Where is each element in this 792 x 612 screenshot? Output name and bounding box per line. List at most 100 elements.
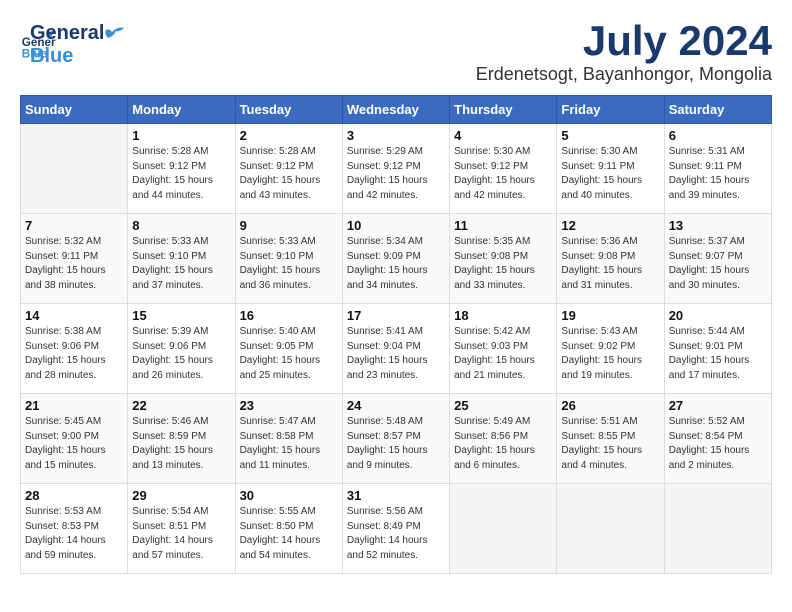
calendar-cell: 25 Sunrise: 5:49 AM Sunset: 8:56 PM Dayli… bbox=[450, 394, 557, 484]
day-number: 2 bbox=[240, 128, 338, 143]
day-info: Sunrise: 5:45 AM Sunset: 9:00 PM Dayligh… bbox=[25, 415, 123, 473]
day-info: Sunrise: 5:37 AM Sunset: 9:07 PM Dayligh… bbox=[669, 235, 767, 293]
day-number: 14 bbox=[25, 308, 123, 323]
day-info: Sunrise: 5:36 AM Sunset: 9:08 PM Dayligh… bbox=[561, 235, 659, 293]
day-info: Sunrise: 5:32 AM Sunset: 9:11 PM Dayligh… bbox=[25, 235, 123, 293]
week-row-3: 14Sunrise: 5:38 AM Sunset: 9:06 PM Dayli… bbox=[21, 304, 772, 394]
week-row-5: 28Sunrise: 5:53 AM Sunset: 8:53 PM Dayli… bbox=[21, 484, 772, 574]
day-number: 18 bbox=[454, 308, 552, 323]
calendar-cell: 14Sunrise: 5:38 AM Sunset: 9:06 PM Dayli… bbox=[21, 304, 128, 394]
day-number: 1 bbox=[132, 128, 230, 143]
day-number: 22 bbox=[132, 398, 230, 413]
calendar-header-row: SundayMondayTuesdayWednesdayThursdayFrid… bbox=[21, 96, 772, 124]
calendar-cell bbox=[450, 484, 557, 574]
calendar-cell: 13 Sunrise: 5:37 AM Sunset: 9:07 PM Dayli… bbox=[664, 214, 771, 304]
month-title: July 2024 bbox=[476, 20, 772, 62]
calendar-cell: 15Sunrise: 5:39 AM Sunset: 9:06 PM Dayli… bbox=[128, 304, 235, 394]
day-number: 16 bbox=[240, 308, 338, 323]
day-info: Sunrise: 5:34 AM Sunset: 9:09 PM Dayligh… bbox=[347, 235, 445, 293]
day-number: 31 bbox=[347, 488, 445, 503]
col-header-saturday: Saturday bbox=[664, 96, 771, 124]
calendar-cell: 22 Sunrise: 5:46 AM Sunset: 8:59 PM Dayli… bbox=[128, 394, 235, 484]
day-number: 24 bbox=[347, 398, 445, 413]
day-info: Sunrise: 5:33 AM Sunset: 9:10 PM Dayligh… bbox=[132, 235, 230, 293]
col-header-thursday: Thursday bbox=[450, 96, 557, 124]
calendar-cell: 12 Sunrise: 5:36 AM Sunset: 9:08 PM Dayli… bbox=[557, 214, 664, 304]
logo: General Blue General Blue bbox=[20, 20, 126, 68]
day-info: Sunrise: 5:48 AM Sunset: 8:57 PM Dayligh… bbox=[347, 415, 445, 473]
calendar-cell: 30Sunrise: 5:55 AM Sunset: 8:50 PM Dayli… bbox=[235, 484, 342, 574]
calendar-cell: 18 Sunrise: 5:42 AM Sunset: 9:03 PM Dayli… bbox=[450, 304, 557, 394]
calendar-cell: 26Sunrise: 5:51 AM Sunset: 8:55 PM Dayli… bbox=[557, 394, 664, 484]
day-info: Sunrise: 5:28 AM Sunset: 9:12 PM Dayligh… bbox=[240, 145, 338, 203]
calendar-cell: 31 Sunrise: 5:56 AM Sunset: 8:49 PM Dayli… bbox=[342, 484, 449, 574]
calendar-cell: 6Sunrise: 5:31 AM Sunset: 9:11 PM Daylig… bbox=[664, 124, 771, 214]
calendar-cell: 9Sunrise: 5:33 AM Sunset: 9:10 PM Daylig… bbox=[235, 214, 342, 304]
day-info: Sunrise: 5:31 AM Sunset: 9:11 PM Dayligh… bbox=[669, 145, 767, 203]
day-number: 4 bbox=[454, 128, 552, 143]
calendar-cell: 16Sunrise: 5:40 AM Sunset: 9:05 PM Dayli… bbox=[235, 304, 342, 394]
calendar-cell: 20 Sunrise: 5:44 AM Sunset: 9:01 PM Dayli… bbox=[664, 304, 771, 394]
calendar-cell: 7 Sunrise: 5:32 AM Sunset: 9:11 PM Daylig… bbox=[21, 214, 128, 304]
day-info: Sunrise: 5:30 AM Sunset: 9:12 PM Dayligh… bbox=[454, 145, 552, 203]
bird-icon bbox=[98, 24, 126, 46]
calendar-cell: 8 Sunrise: 5:33 AM Sunset: 9:10 PM Daylig… bbox=[128, 214, 235, 304]
day-info: Sunrise: 5:51 AM Sunset: 8:55 PM Dayligh… bbox=[561, 415, 659, 473]
day-info: Sunrise: 5:29 AM Sunset: 9:12 PM Dayligh… bbox=[347, 145, 445, 203]
day-number: 21 bbox=[25, 398, 123, 413]
col-header-wednesday: Wednesday bbox=[342, 96, 449, 124]
calendar-table: SundayMondayTuesdayWednesdayThursdayFrid… bbox=[20, 95, 772, 574]
calendar-cell: 1 Sunrise: 5:28 AM Sunset: 9:12 PM Daylig… bbox=[128, 124, 235, 214]
day-info: Sunrise: 5:52 AM Sunset: 8:54 PM Dayligh… bbox=[669, 415, 767, 473]
day-number: 7 bbox=[25, 218, 123, 233]
calendar-cell: 4 Sunrise: 5:30 AM Sunset: 9:12 PM Daylig… bbox=[450, 124, 557, 214]
calendar-cell bbox=[664, 484, 771, 574]
day-info: Sunrise: 5:49 AM Sunset: 8:56 PM Dayligh… bbox=[454, 415, 552, 473]
calendar-cell: 19 Sunrise: 5:43 AM Sunset: 9:02 PM Dayli… bbox=[557, 304, 664, 394]
day-number: 23 bbox=[240, 398, 338, 413]
calendar-cell: 28Sunrise: 5:53 AM Sunset: 8:53 PM Dayli… bbox=[21, 484, 128, 574]
day-info: Sunrise: 5:28 AM Sunset: 9:12 PM Dayligh… bbox=[132, 145, 230, 203]
day-number: 8 bbox=[132, 218, 230, 233]
calendar-cell: 2 Sunrise: 5:28 AM Sunset: 9:12 PM Daylig… bbox=[235, 124, 342, 214]
day-info: Sunrise: 5:30 AM Sunset: 9:11 PM Dayligh… bbox=[561, 145, 659, 203]
page-header: General Blue General Blue July 2024 Erde… bbox=[20, 20, 772, 85]
day-info: Sunrise: 5:42 AM Sunset: 9:03 PM Dayligh… bbox=[454, 325, 552, 383]
day-number: 20 bbox=[669, 308, 767, 323]
day-info: Sunrise: 5:41 AM Sunset: 9:04 PM Dayligh… bbox=[347, 325, 445, 383]
day-number: 17 bbox=[347, 308, 445, 323]
day-number: 10 bbox=[347, 218, 445, 233]
day-info: Sunrise: 5:46 AM Sunset: 8:59 PM Dayligh… bbox=[132, 415, 230, 473]
calendar-cell: 5 Sunrise: 5:30 AM Sunset: 9:11 PM Daylig… bbox=[557, 124, 664, 214]
day-info: Sunrise: 5:54 AM Sunset: 8:51 PM Dayligh… bbox=[132, 505, 230, 563]
week-row-1: 1 Sunrise: 5:28 AM Sunset: 9:12 PM Daylig… bbox=[21, 124, 772, 214]
day-number: 25 bbox=[454, 398, 552, 413]
day-number: 5 bbox=[561, 128, 659, 143]
title-area: July 2024 Erdenetsogt, Bayanhongor, Mong… bbox=[476, 20, 772, 85]
day-number: 13 bbox=[669, 218, 767, 233]
calendar-cell: 27 Sunrise: 5:52 AM Sunset: 8:54 PM Dayli… bbox=[664, 394, 771, 484]
col-header-tuesday: Tuesday bbox=[235, 96, 342, 124]
logo-blue-text: Blue bbox=[30, 45, 104, 68]
calendar-cell: 3Sunrise: 5:29 AM Sunset: 9:12 PM Daylig… bbox=[342, 124, 449, 214]
day-info: Sunrise: 5:56 AM Sunset: 8:49 PM Dayligh… bbox=[347, 505, 445, 563]
day-info: Sunrise: 5:33 AM Sunset: 9:10 PM Dayligh… bbox=[240, 235, 338, 293]
day-number: 19 bbox=[561, 308, 659, 323]
day-info: Sunrise: 5:44 AM Sunset: 9:01 PM Dayligh… bbox=[669, 325, 767, 383]
col-header-sunday: Sunday bbox=[21, 96, 128, 124]
day-info: Sunrise: 5:43 AM Sunset: 9:02 PM Dayligh… bbox=[561, 325, 659, 383]
day-number: 27 bbox=[669, 398, 767, 413]
day-number: 12 bbox=[561, 218, 659, 233]
week-row-4: 21 Sunrise: 5:45 AM Sunset: 9:00 PM Dayli… bbox=[21, 394, 772, 484]
calendar-cell bbox=[557, 484, 664, 574]
location-title: Erdenetsogt, Bayanhongor, Mongolia bbox=[476, 64, 772, 85]
day-info: Sunrise: 5:39 AM Sunset: 9:06 PM Dayligh… bbox=[132, 325, 230, 383]
day-number: 28 bbox=[25, 488, 123, 503]
col-header-friday: Friday bbox=[557, 96, 664, 124]
calendar-cell bbox=[21, 124, 128, 214]
day-number: 29 bbox=[132, 488, 230, 503]
col-header-monday: Monday bbox=[128, 96, 235, 124]
calendar-cell: 11Sunrise: 5:35 AM Sunset: 9:08 PM Dayli… bbox=[450, 214, 557, 304]
calendar-cell: 29 Sunrise: 5:54 AM Sunset: 8:51 PM Dayli… bbox=[128, 484, 235, 574]
calendar-cell: 21 Sunrise: 5:45 AM Sunset: 9:00 PM Dayli… bbox=[21, 394, 128, 484]
